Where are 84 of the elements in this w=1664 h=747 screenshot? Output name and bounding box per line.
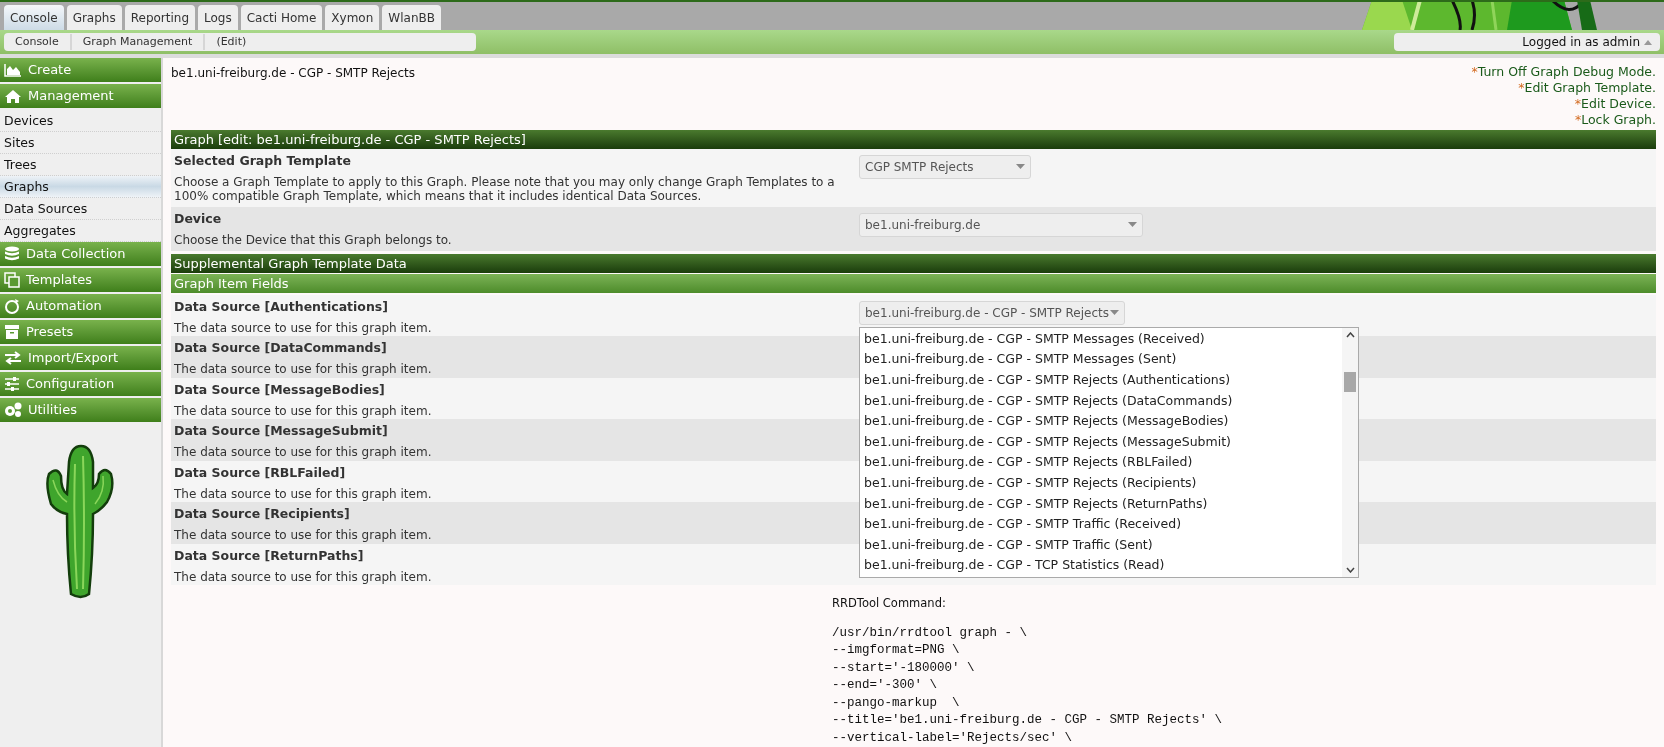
field-description: The data source to use for this graph item. — [174, 362, 433, 376]
dropdown-option[interactable]: be1.uni-freiburg.de - CGP - SMTP Messages (Received) — [860, 328, 1342, 350]
field-label: Data Source [Recipients] — [174, 505, 351, 524]
field-label: Data Source [ReturnPaths] — [174, 546, 365, 565]
sidebar-section[interactable]: Data Collection — [0, 242, 161, 266]
sidebar-section[interactable]: Configuration — [0, 372, 161, 396]
breadcrumb-link[interactable]: (Edit) — [203, 33, 258, 51]
action-link[interactable]: *Turn Off Graph Debug Mode. — [1471, 64, 1656, 80]
field-description: The data source to use for this graph item. — [174, 320, 433, 335]
caret-up-icon — [1644, 39, 1652, 45]
page-title: be1.uni-freiburg.de - CGP - SMTP Rejects — [171, 65, 415, 82]
sidebar-section[interactable]: Presets — [0, 320, 161, 344]
field-description: Choose the Device that this Graph belongs to. — [174, 232, 453, 247]
caret-down-icon — [1016, 163, 1025, 170]
home-icon — [4, 89, 22, 103]
nav-tab[interactable]: Logs — [198, 5, 238, 30]
scrollbar[interactable] — [1342, 327, 1358, 577]
dropdown-option[interactable]: be1.uni-freiburg.de - CGP - SMTP Messages (Sent) — [860, 349, 1342, 370]
nav-tab[interactable]: Xymon — [325, 5, 380, 30]
action-link[interactable]: *Edit Device. — [1574, 96, 1656, 112]
field-label: Selected Graph Template — [174, 151, 352, 170]
sidebar-item[interactable]: Sites — [0, 132, 161, 154]
caret-down-icon — [1128, 221, 1137, 228]
dropdown-option[interactable]: be1.uni-freiburg.de - CGP - TCP Statistics (Read) — [860, 555, 1342, 576]
section-header: Graph [edit: be1.uni-freiburg.de - CGP - SMTP Rejects] — [171, 129, 1656, 149]
scroll-up-icon[interactable] — [1345, 331, 1355, 338]
field-label: Data Source [DataCommands] — [174, 339, 388, 358]
field-label: Device — [174, 209, 223, 228]
field-label: Data Source [RBLFailed] — [174, 463, 347, 482]
dropdown-option[interactable]: be1.uni-freiburg.de - CGP - SMTP Rejects (RBLFailed) — [860, 452, 1342, 473]
copy-icon — [4, 272, 20, 288]
section-header: Graph Item Fields — [171, 273, 1656, 293]
field-description: Choose a Graph Template to apply to this Graph. Please note that you may only change Graph Templates to a 100% compatible Graph Template, which means that it includes identical Data Sources. — [174, 174, 836, 203]
sidebar-section[interactable]: Create — [0, 58, 161, 82]
dropdown-option[interactable]: be1.uni-freiburg.de - CGP - SMTP Rejects (ReturnPaths) — [860, 493, 1342, 515]
dropdown-option[interactable]: be1.uni-freiburg.de - CGP - SMTP Rejects (Recipients) — [860, 472, 1342, 494]
nav-tab[interactable]: Console — [4, 5, 64, 30]
field-description: The data source to use for this graph item. — [174, 569, 433, 584]
dropdown-option[interactable]: be1.uni-freiburg.de - CGP - SMTP Rejects (MessageSubmit) — [860, 431, 1342, 453]
breadcrumb-link[interactable]: Graph Management — [69, 33, 204, 51]
dropdown-option[interactable]: be1.uni-freiburg.de - CGP - SMTP Rejects (Authentications) — [860, 369, 1342, 391]
sidebar-section[interactable]: Management — [0, 84, 161, 108]
breadcrumb-link[interactable]: Console — [4, 33, 70, 51]
section-header: Supplemental Graph Template Data — [171, 253, 1656, 273]
action-link[interactable]: *Edit Graph Template. — [1518, 80, 1656, 96]
field-description: The data source to use for this graph item. — [174, 528, 433, 542]
sidebar-section[interactable]: Utilities — [0, 398, 161, 422]
sidebar-item[interactable]: Graphs — [0, 176, 161, 198]
caret-down-icon — [1110, 309, 1119, 316]
action-link[interactable]: *Lock Graph. — [1574, 112, 1656, 128]
field-label: Data Source [MessageSubmit] — [174, 422, 389, 441]
rrdtool-label: RRDTool Command: — [832, 595, 947, 613]
nav-tab[interactable]: Cacti Home — [240, 5, 323, 30]
nav-tab[interactable]: Reporting — [124, 5, 196, 30]
field-label: Data Source [MessageBodies] — [174, 380, 386, 399]
scroll-thumb[interactable] — [1344, 372, 1356, 393]
field-description: The data source to use for this graph item. — [174, 486, 433, 501]
field-description: The data source to use for this graph item. — [174, 403, 433, 418]
sidebar-section[interactable]: Templates — [0, 268, 161, 292]
dropdown-option[interactable]: be1.uni-freiburg.de - CGP - SMTP Rejects (MessageBodies) — [860, 411, 1342, 432]
field-description: The data source to use for this graph item. — [174, 445, 433, 459]
select-field[interactable]: CGP SMTP Rejects — [859, 154, 1031, 179]
gears-icon — [4, 402, 22, 418]
dropdown-option[interactable]: be1.uni-freiburg.de - CGP - SMTP Traffic (Received) — [860, 514, 1342, 535]
user-menu-button[interactable]: Logged in as admin — [1394, 33, 1660, 51]
select-field[interactable]: be1.uni-freiburg.de - CGP - SMTP Rejects — [859, 300, 1125, 325]
nav-tab[interactable]: Graphs — [66, 5, 122, 30]
loop-icon — [4, 298, 20, 314]
dropdown-option[interactable]: be1.uni-freiburg.de - CGP - SMTP Rejects (DataCommands) — [860, 390, 1342, 412]
nav-tab[interactable]: WlanBB — [382, 5, 441, 30]
sliders-icon — [4, 376, 20, 392]
area-chart-icon — [4, 63, 22, 77]
select-field[interactable]: be1.uni-freiburg.de — [859, 212, 1143, 237]
sidebar-item[interactable]: Devices — [0, 110, 161, 132]
swap-arrows-icon — [4, 351, 22, 365]
database-icon — [4, 246, 20, 262]
rrdtool-command: /usr/bin/rrdtool graph - \ --imgformat=PNG \ --start='-180000' \ --end='-300' \ --pango-markup \ --title='be1.uni-freiburg.de - CGP - SMTP Rejects' \ --vertical-label='Rejects/sec' \ — [832, 624, 1224, 747]
scroll-down-icon[interactable] — [1345, 566, 1355, 573]
sidebar-section[interactable]: Import/Export — [0, 346, 161, 370]
sidebar-section[interactable]: Automation — [0, 294, 161, 318]
sidebar-item[interactable]: Data Sources — [0, 198, 161, 220]
dropdown-option[interactable]: be1.uni-freiburg.de - CGP - SMTP Traffic (Sent) — [860, 534, 1342, 556]
archive-box-icon — [4, 324, 20, 340]
field-label: Data Source [Authentications] — [174, 297, 389, 316]
